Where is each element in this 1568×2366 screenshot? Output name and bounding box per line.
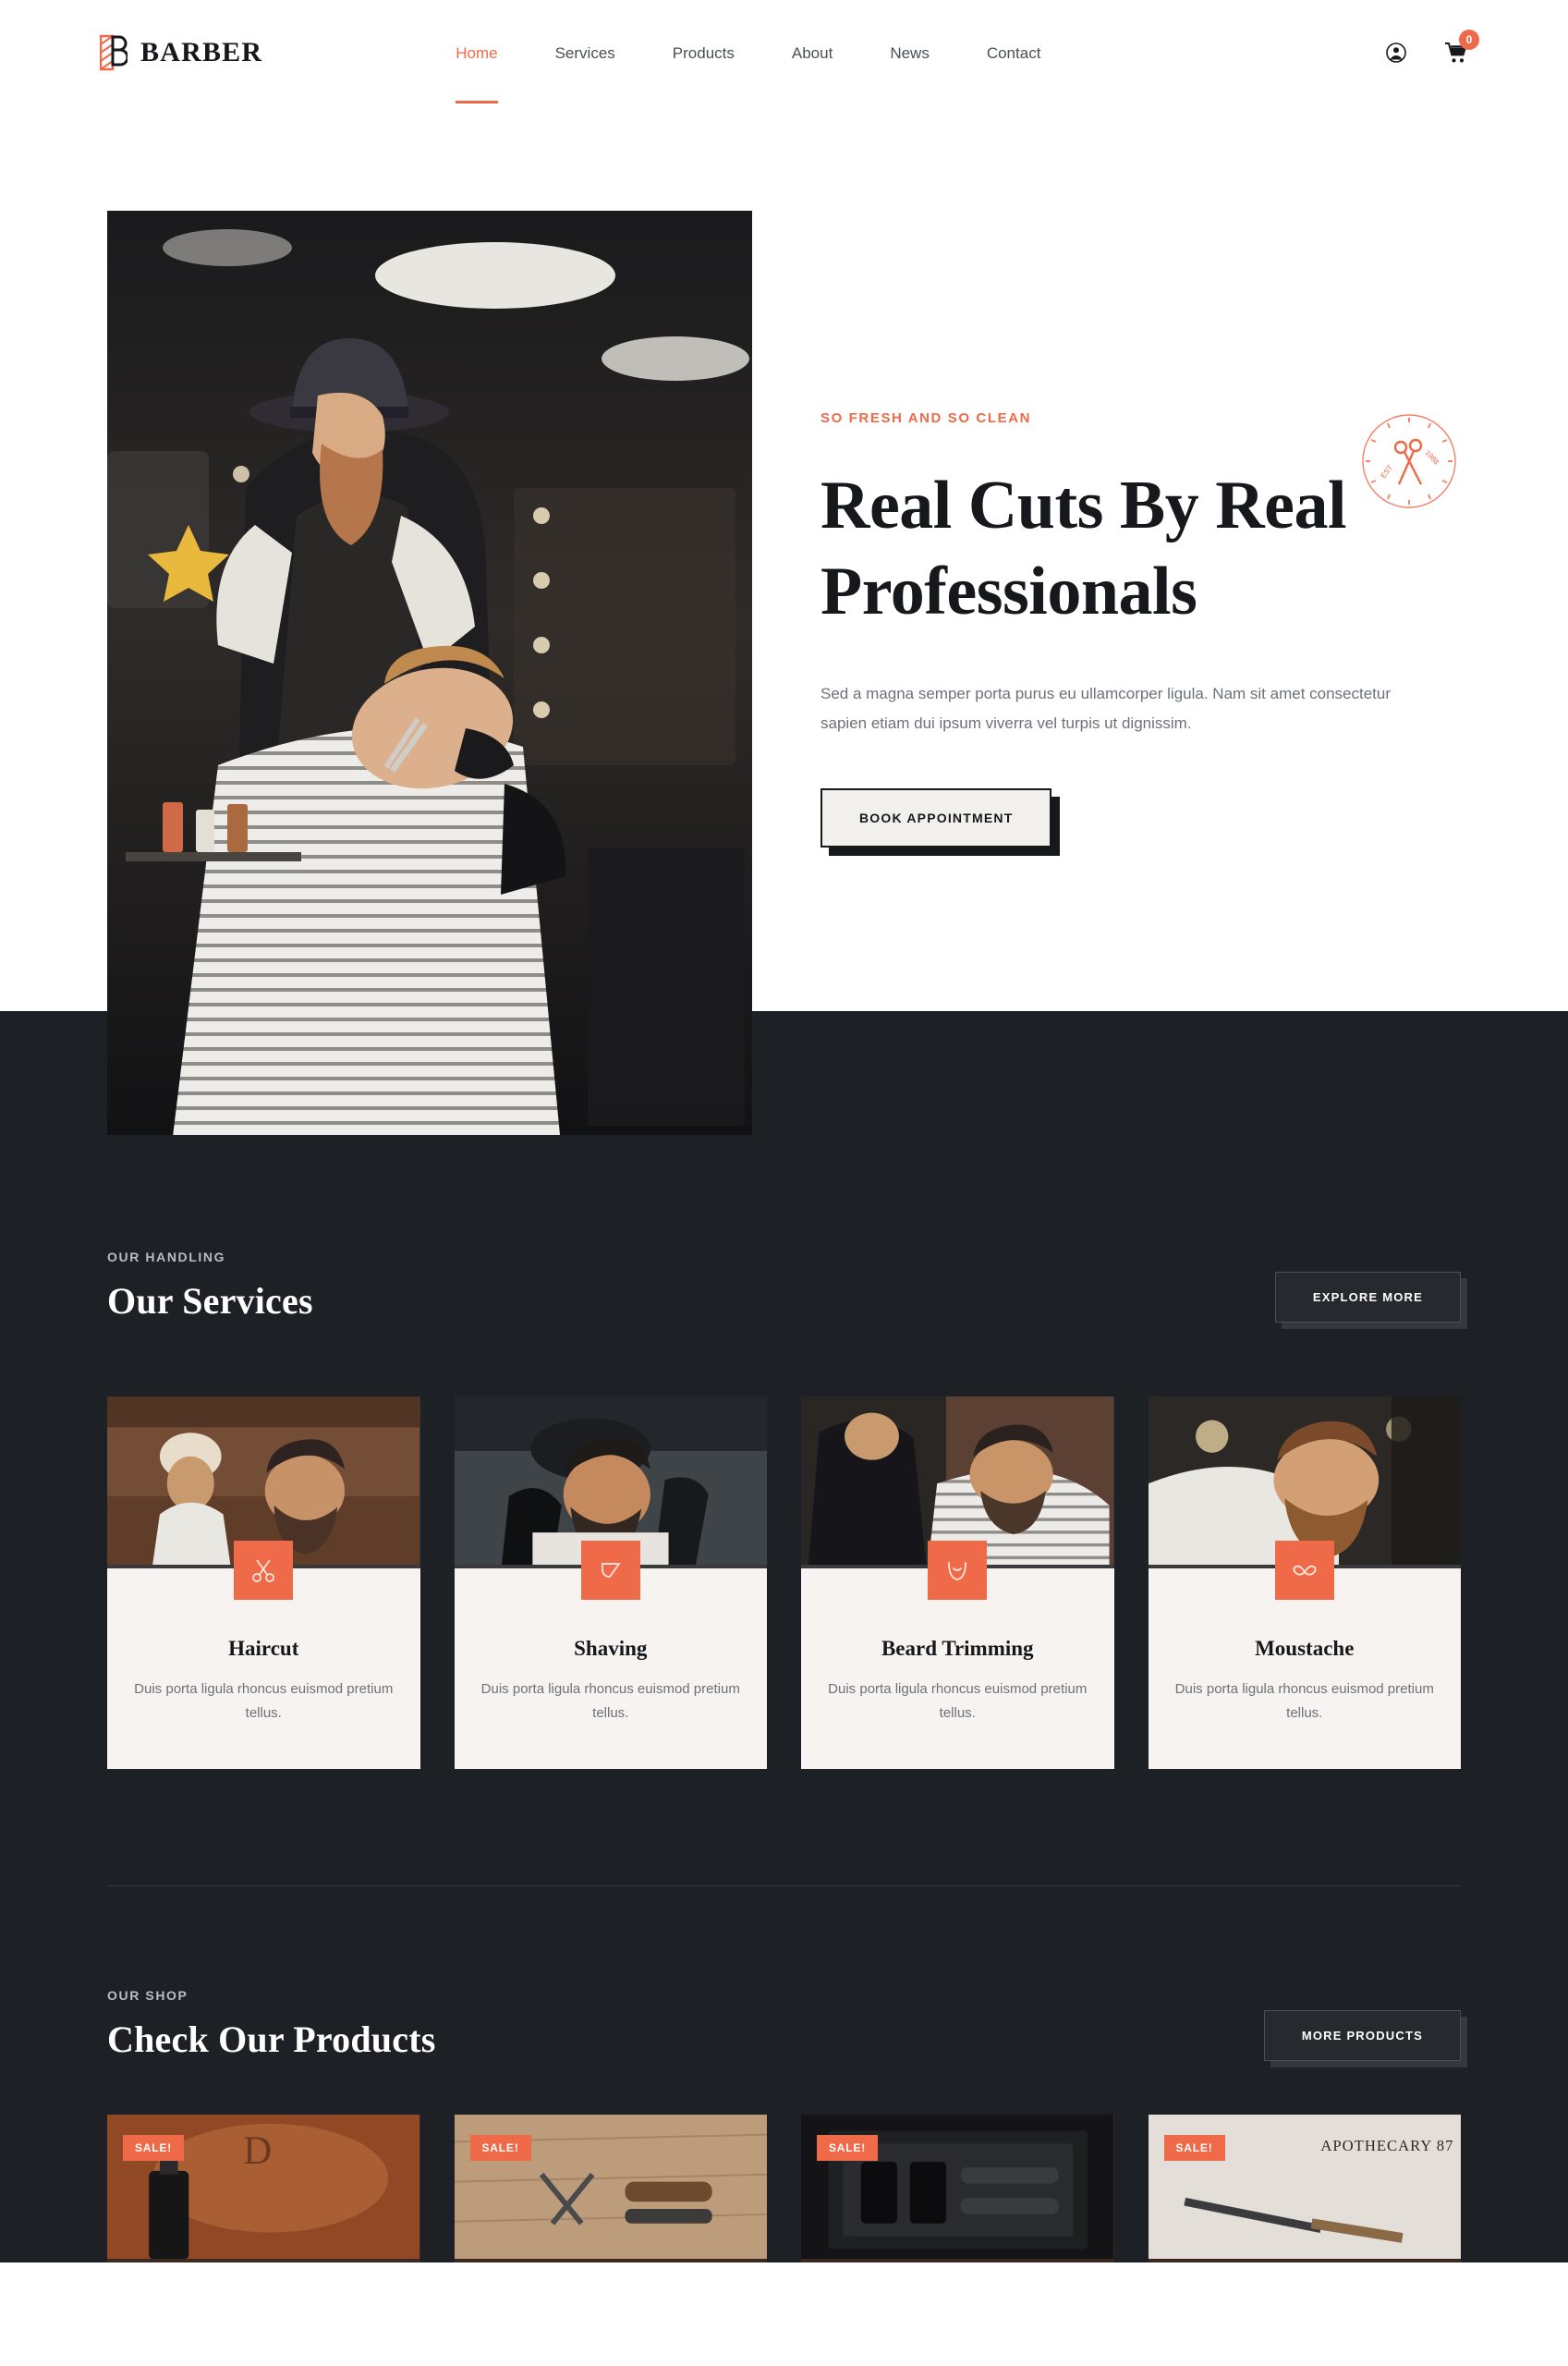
service-card[interactable]: Haircut Duis porta ligula rhoncus euismo… [107, 1396, 420, 1769]
more-products-button[interactable]: MORE PRODUCTS [1263, 2009, 1468, 2067]
services-grid: Haircut Duis porta ligula rhoncus euismo… [107, 1396, 1461, 1769]
shop-header: OUR SHOP Check Our Products MORE PRODUCT… [107, 1988, 1468, 2067]
razor-icon [580, 1541, 640, 1600]
book-appointment-label: BOOK APPOINTMENT [820, 788, 1052, 848]
product-card[interactable]: SALE! [454, 2114, 767, 2262]
hero-paragraph: Sed a magna semper porta purus eu ullamc… [820, 685, 1392, 732]
services-header: OUR HANDLING Our Services EXPLORE MORE [107, 1250, 1468, 1329]
scissors-stamp-icon: EST 1988 [1360, 412, 1458, 510]
hero-section: SO FRESH AND SO CLEAN Real Cuts By Real … [0, 105, 1568, 1135]
hero-photo [107, 211, 752, 1135]
service-card[interactable]: Beard Trimming Duis porta ligula rhoncus… [801, 1396, 1114, 1769]
section-divider [107, 1884, 1461, 1886]
brand-logo[interactable]: BARBER [99, 33, 263, 72]
svg-text:1988: 1988 [1424, 448, 1441, 467]
explore-more-label: EXPLORE MORE [1274, 1272, 1461, 1323]
service-card[interactable]: Shaving Duis porta ligula rhoncus euismo… [454, 1396, 767, 1769]
nav-item-contact[interactable]: Contact [958, 45, 1070, 61]
barber-pole-icon [99, 33, 129, 72]
svg-text:APOTHECARY 87: APOTHECARY 87 [1320, 2137, 1453, 2154]
dark-section: OUR HANDLING Our Services EXPLORE MORE H… [0, 1011, 1568, 2262]
sale-badge: SALE! [817, 2134, 878, 2161]
page-root: BARBER Home Services Products About News… [0, 0, 1568, 2262]
beard-icon [928, 1541, 988, 1600]
product-card[interactable]: APOTHECARY 87 SALE! [1148, 2114, 1461, 2262]
service-card[interactable]: Moustache Duis porta ligula rhoncus euis… [1148, 1396, 1461, 1769]
scissors-icon [234, 1541, 294, 1600]
explore-more-button[interactable]: EXPLORE MORE [1274, 1272, 1468, 1329]
book-appointment-button[interactable]: BOOK APPOINTMENT [820, 788, 1061, 857]
products-grid: D SALE! SALE! SALE! APOTHECARY 87 SALE! [107, 2114, 1461, 2262]
shopping-cart-icon[interactable]: 0 [1444, 30, 1479, 64]
nav-item-products[interactable]: Products [644, 45, 763, 61]
service-title: Haircut [228, 1637, 299, 1660]
nav-item-about[interactable]: About [763, 45, 861, 61]
svg-text:D: D [243, 2128, 272, 2172]
shop-title: Check Our Products [107, 2018, 436, 2060]
main-nav: Home Services Products About News Contac… [427, 45, 1069, 61]
more-products-label: MORE PRODUCTS [1263, 2009, 1461, 2061]
shop-heading-group: OUR SHOP Check Our Products [107, 1988, 435, 2061]
product-card[interactable]: SALE! [801, 2114, 1114, 2262]
nav-item-home[interactable]: Home [427, 45, 526, 61]
shop-kicker: OUR SHOP [107, 1987, 188, 2003]
header-actions: 0 [1385, 30, 1479, 64]
sale-badge: SALE! [469, 2134, 531, 2161]
service-title: Moustache [1255, 1637, 1355, 1660]
service-text: Duis porta ligula rhoncus euismod pretiu… [134, 1681, 394, 1722]
services-title: Our Services [107, 1280, 313, 1322]
service-title: Shaving [574, 1637, 648, 1660]
nav-item-news[interactable]: News [861, 45, 958, 61]
site-header: BARBER Home Services Products About News… [0, 0, 1568, 105]
svg-text:EST: EST [1379, 463, 1394, 480]
services-heading-group: OUR HANDLING Our Services [107, 1250, 313, 1323]
moustache-icon [1274, 1541, 1334, 1600]
user-account-icon[interactable] [1385, 42, 1407, 64]
product-card[interactable]: D SALE! [107, 2114, 420, 2262]
service-text: Duis porta ligula rhoncus euismod pretiu… [480, 1681, 740, 1722]
sale-badge: SALE! [123, 2134, 184, 2161]
sale-badge: SALE! [1163, 2134, 1225, 2161]
service-text: Duis porta ligula rhoncus euismod pretiu… [828, 1681, 1088, 1722]
cart-count-badge: 0 [1459, 30, 1479, 50]
hero-photo-image [107, 211, 752, 1135]
services-kicker: OUR HANDLING [107, 1250, 226, 1264]
brand-name: BARBER [140, 37, 263, 67]
nav-item-services[interactable]: Services [527, 45, 644, 61]
service-title: Beard Trimming [881, 1637, 1034, 1660]
service-text: Duis porta ligula rhoncus euismod pretiu… [1174, 1681, 1434, 1722]
